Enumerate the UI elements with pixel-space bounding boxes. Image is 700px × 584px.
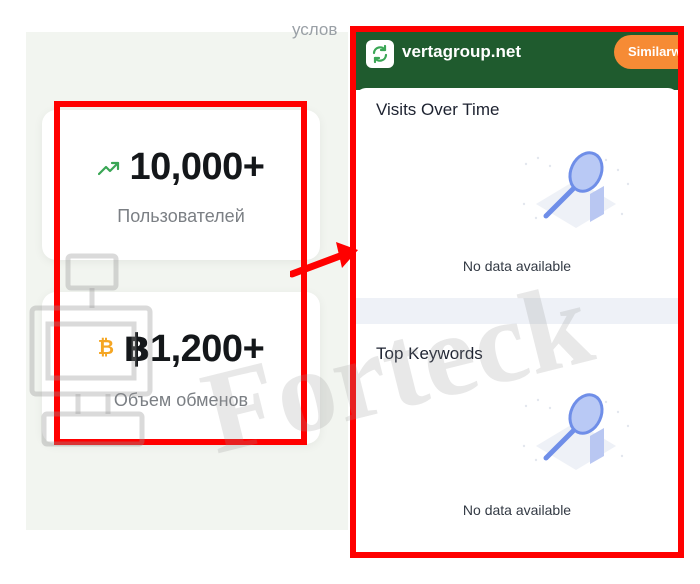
cut-off-heading: услов [292,20,338,39]
arrow-icon [290,242,358,278]
watermark-logo-icon [29,253,153,447]
